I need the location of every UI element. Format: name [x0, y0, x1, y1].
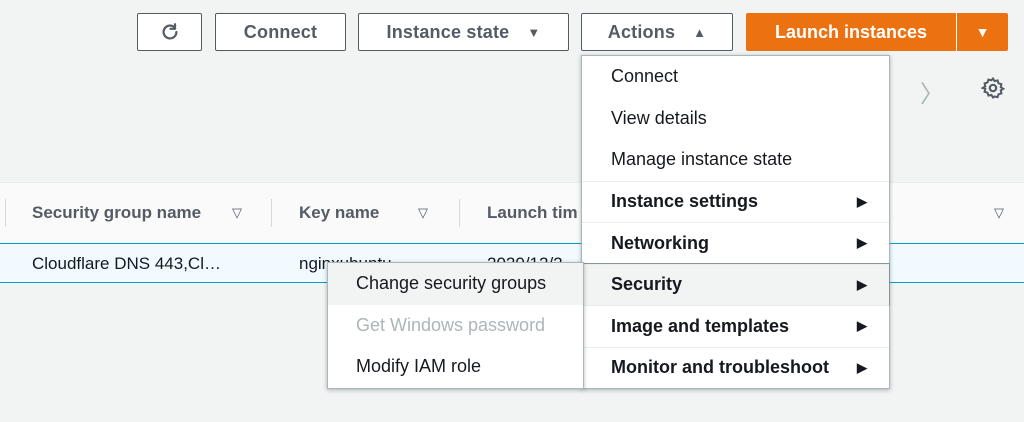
chevron-right-icon[interactable]: 〉 [920, 74, 944, 109]
menu-item-monitor-and-troubleshoot[interactable]: Monitor and troubleshoot ▶ [582, 346, 889, 389]
connect-button[interactable]: Connect [215, 13, 346, 51]
column-header-launch-time[interactable]: Launch tim [487, 203, 578, 223]
menu-item-view-details[interactable]: View details [582, 98, 889, 140]
menu-item-label: Monitor and troubleshoot [611, 357, 829, 378]
menu-item-label: Security [611, 274, 683, 295]
actions-label: Actions [607, 21, 676, 42]
menu-item-label: Networking [611, 232, 710, 253]
caret-up-icon: ▲ [693, 24, 707, 40]
caret-down-icon: ▼ [975, 24, 990, 40]
caret-right-icon: ▶ [857, 235, 867, 251]
menu-item-label: Instance settings [611, 191, 759, 212]
sort-icon[interactable]: ▽ [994, 205, 1004, 221]
launch-instances-split-button: Launch instances ▼ [746, 13, 1008, 51]
sort-icon[interactable]: ▽ [418, 205, 428, 221]
refresh-button[interactable] [137, 13, 202, 51]
submenu-item-label: Change security groups [356, 273, 547, 294]
menu-item-manage-instance-state[interactable]: Manage instance state [582, 139, 889, 181]
caret-down-icon: ▼ [527, 24, 541, 40]
menu-item-label: Connect [611, 66, 679, 87]
submenu-item-get-windows-password: Get Windows password [328, 305, 583, 347]
menu-item-label: Image and templates [611, 315, 790, 336]
connect-label: Connect [243, 21, 318, 42]
caret-right-icon: ▶ [857, 276, 867, 292]
column-header-security-group[interactable]: Security group name [32, 203, 201, 223]
submenu-item-modify-iam-role[interactable]: Modify IAM role [328, 346, 583, 388]
caret-right-icon: ▶ [857, 359, 867, 375]
menu-item-image-and-templates[interactable]: Image and templates ▶ [582, 305, 889, 347]
column-header-key-name[interactable]: Key name [299, 203, 379, 223]
instance-state-button[interactable]: Instance state ▼ [358, 13, 569, 51]
launch-instances-button[interactable]: Launch instances [746, 13, 957, 51]
column-divider [5, 199, 6, 227]
menu-item-instance-settings[interactable]: Instance settings ▶ [582, 180, 889, 223]
submenu-item-label: Get Windows password [356, 314, 546, 335]
menu-item-label: View details [611, 107, 707, 128]
menu-item-security[interactable]: Security ▶ [581, 262, 890, 306]
security-submenu: Change security groups Get Windows passw… [327, 262, 584, 389]
submenu-item-change-security-groups[interactable]: Change security groups [328, 263, 583, 305]
menu-item-networking[interactable]: Networking ▶ [582, 222, 889, 264]
menu-item-connect[interactable]: Connect [582, 56, 889, 98]
column-divider [459, 199, 460, 227]
gear-icon[interactable] [981, 76, 1005, 100]
submenu-item-label: Modify IAM role [356, 356, 482, 377]
instance-state-label: Instance state [386, 21, 510, 42]
column-divider [271, 199, 272, 227]
actions-menu: Connect View details Manage instance sta… [581, 55, 890, 389]
launch-dropdown-button[interactable]: ▼ [957, 13, 1008, 51]
launch-instances-label: Launch instances [774, 21, 928, 42]
actions-button[interactable]: Actions ▲ [581, 13, 733, 51]
sort-icon[interactable]: ▽ [232, 205, 242, 221]
menu-item-label: Manage instance state [611, 149, 793, 170]
cell-security-group: Cloudflare DNS 443,Cl… [32, 254, 221, 273]
caret-right-icon: ▶ [857, 318, 867, 334]
caret-right-icon: ▶ [857, 193, 867, 209]
refresh-icon [162, 23, 178, 40]
